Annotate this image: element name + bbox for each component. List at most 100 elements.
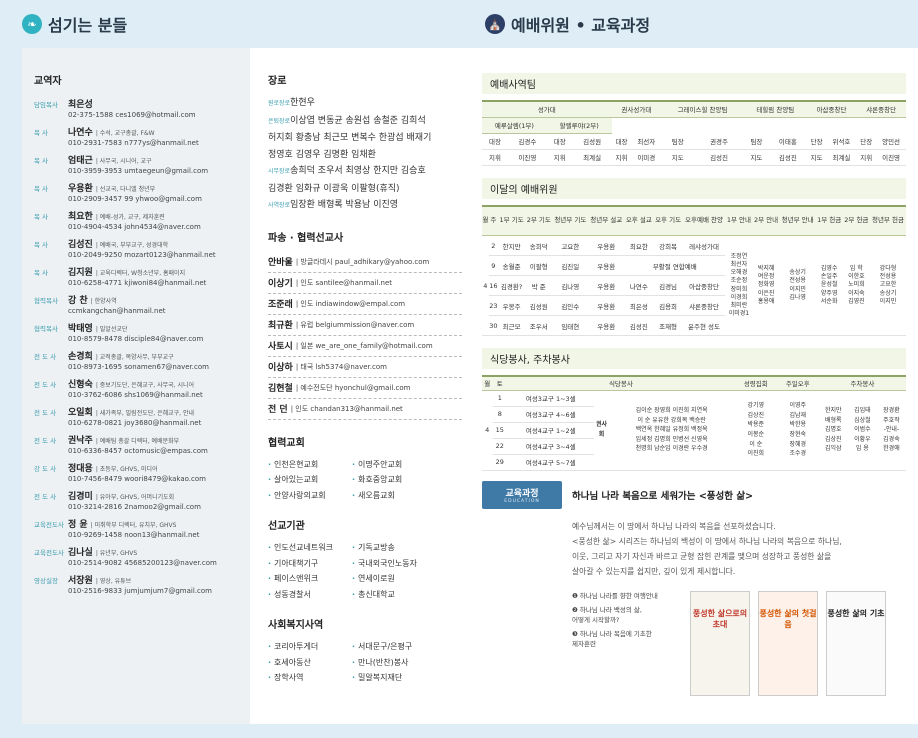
staff-entry: 협력목사 박태영 | 밀알선교단 010-8579-8478 disciple84@n… (34, 321, 238, 343)
staff-line: 목 사 우용환 | 선교국, 다니엘 청년부 (34, 181, 238, 194)
staff-name: 김나실 (68, 548, 93, 558)
column-header: 1부 헌금 (815, 204, 843, 236)
staff-role: 목 사 (34, 213, 49, 221)
table-cell: 우용환 (588, 275, 625, 296)
table-cell: 단장 (856, 133, 877, 150)
staff-entry: 전 도 사 김경미 | 유아부, GHVS, 어머니기도회 010-3214-2816… (34, 489, 238, 511)
elder-row: 은퇴장로이상엽 변동균 송원섭 송철준 김희석 (268, 113, 462, 131)
staff-detail: | 교육디렉터, W청소년부, 홈패이지 (95, 270, 186, 277)
table-cell: 우봉주 (498, 295, 526, 316)
column-header: 토 (492, 375, 508, 391)
staff-title: 교역자 (34, 76, 62, 87)
elder-row: 허지회 황충남 최근모 변복수 한광섭 배재기 (268, 130, 462, 147)
column-header: 오후 기도 (653, 204, 683, 236)
column-header: 주 (488, 204, 499, 236)
table-cell: 지휘 (482, 149, 508, 166)
table-cell: 임태현 (552, 315, 589, 336)
staff-contact: 010-2049-9250 mozart0123@hanmail.net (68, 251, 216, 259)
table-cell: 팀장 (743, 133, 769, 150)
education-badge-sub: EDUCATION (504, 498, 540, 504)
missionary-row: 안바울 | 방글라데시 paul_adhikary@yahoo.com (268, 252, 462, 273)
staff-line: 협력목사 강 찬 | 한양사역 (34, 293, 238, 306)
staff-name: 서장원 (68, 576, 93, 586)
elder-tag: 사역장로 (268, 202, 291, 209)
missionary-info: | 인도 santilee@hanmail.net (295, 278, 393, 287)
list-item: 밀알복지재단 (352, 670, 444, 686)
table-cell: 이팔형 (525, 255, 553, 276)
table-cell: 조우서 (525, 315, 553, 336)
missionary-name: 안바울 (268, 258, 293, 268)
staff-detail: | 영상, 유튜브 (95, 578, 132, 585)
staff-detail: | 초등부, GHVS, 미디어 (95, 466, 158, 473)
table-cell: 최계실 (826, 149, 857, 166)
staff-name: 김경미 (68, 492, 93, 502)
table-cell: 고요한 (552, 235, 589, 256)
rotation-cell: 강다형 전성용 고요한 송상기 이지민 (869, 235, 906, 336)
staff-entry: 교육전도사 정 윤 | 미취학부 디렉터, 유치부, GHVS 010-9269-14… (34, 517, 238, 539)
staff-role: 전 도 사 (34, 437, 57, 445)
table-cell: 김경수 (507, 133, 547, 150)
staff-name: 권낙주 (68, 436, 93, 446)
list-item: 페이스앤위크 (268, 571, 352, 587)
rotation-cell: 김영수 손일주 윤성철 양주영 서순화 (815, 235, 843, 336)
missionaries-title: 파송 · 협력선교사 (268, 232, 344, 244)
table-cell: 양민선 (876, 133, 906, 150)
staff-entry: 강 도 사 정대용 | 초등부, GHVS, 미디어 010-7456-8479 wo… (34, 461, 238, 483)
partner-churches-title: 협력교회 (268, 437, 305, 449)
week-cell: 30 (488, 315, 499, 336)
table-cell: 팀장 (661, 133, 695, 150)
table-cell: 최계실 (572, 149, 612, 166)
education-description: 예수님께서는 이 땅에서 하나님 나라의 복음을 선포하셨습니다. <풍성한 삶… (572, 521, 842, 576)
staff-detail: | 예배국, 부부교구, 성경대학 (95, 242, 169, 249)
education-badge: 교육과정 EDUCATION (482, 480, 562, 509)
missionary-row: 조준래 | 인도 indiawindow@empal.com (268, 294, 462, 315)
column-header: 주차봉사 (818, 375, 906, 391)
staff-name: 김성진 (68, 240, 93, 250)
staff-contact: 010-3762-6086 shs1069@hanmail.net (68, 391, 203, 399)
book-title: 풍성한 삶의 첫걸음 (759, 608, 817, 629)
table-cell: 이진영 (876, 149, 906, 166)
list-item: 총신대학교 (352, 587, 444, 603)
staff-role: 영상실장 (34, 577, 58, 585)
staff-line: 전 도 사 김경미 | 유아부, GHVS, 어머니기도회 (34, 489, 238, 502)
week-cell: 2 (488, 235, 499, 256)
book-cover-foundation: 풍성한 삶의 기초 (826, 590, 886, 696)
rotation-cell: 김이순 장영희 이진희 지연옥 이 순 유유한 강희복 백승란 백연옥 한혜일 … (608, 390, 735, 471)
staff-detail: | 수석, 교구총괄, F&W (95, 130, 155, 137)
list-item: 살아있는교회 (268, 472, 352, 488)
elder-names: 허지회 황충남 최근모 변복수 한광섭 배재기 (268, 133, 432, 143)
staff-name: 오일회 (68, 408, 93, 418)
staff-line: 목 사 나연수 | 수석, 교구총괄, F&W (34, 125, 238, 138)
welfare-list: 코리아투게더서대문구/은평구호세아동산만나(반찬)봉사장학사역밀알복지재단 (268, 639, 462, 686)
staff-entry: 목 사 나연수 | 수석, 교구총괄, F&W 010-2931-7583 n777y… (34, 125, 238, 147)
staff-role: 전 도 사 (34, 493, 57, 501)
month-cell: 4 (482, 235, 489, 336)
column-header: 식당봉사 (507, 375, 735, 391)
table-cell: 박 준 (525, 275, 553, 296)
missionary-name: 조준래 (268, 300, 293, 310)
staff-list: 담임목사 최은성 02-375-1588 ces1069@hotmail.com 목 … (34, 97, 238, 595)
joint-worship-cell: 부활절 연합예배 (624, 255, 726, 276)
staff-line: 전 도 사 신형숙 | 중보기도단, 은혜교구, 사무국, 시니어 (34, 377, 238, 390)
table-cell: 이태홍 (769, 133, 807, 150)
table-row: 4 2 한지만 송희덕 고요한 우용환 최요한 강희복 레샤성가대 조정연 최선자 오해경 조순정… (482, 235, 906, 336)
column-header: 주일오후 (776, 375, 819, 391)
worship-title: 예배위원 • 교육과정 (511, 16, 651, 35)
monthly-worship-title: 이달의 예배위원 (482, 177, 906, 199)
day-cell: 1 (492, 390, 508, 407)
staff-line: 협력목사 박태영 | 밀알선교단 (34, 321, 238, 334)
month-cell: 4 (482, 390, 493, 471)
staff-role: 목 사 (34, 129, 49, 137)
table-cell: 샤론중창단 (682, 295, 726, 316)
staff-role: 협력목사 (34, 297, 58, 305)
missionary-name: 사토시 (268, 342, 293, 352)
course-item: ❶ 하나님 나라를 향한 여행안내 (572, 591, 658, 600)
staff-name: 신형숙 (68, 380, 93, 390)
welfare-title: 사회복지사역 (268, 620, 324, 631)
week-cell: 23 (488, 295, 499, 316)
table-cell: 최근모 (498, 315, 526, 336)
servants-title: 섬기는 분들 (48, 16, 128, 35)
staff-role: 전 도 사 (34, 381, 57, 389)
elder-row: 원로장로한현우 (268, 95, 462, 113)
staff-entry: 교육전도사 김나실 | 유년부, GHVS 010-2514-9082 4568520… (34, 545, 238, 567)
